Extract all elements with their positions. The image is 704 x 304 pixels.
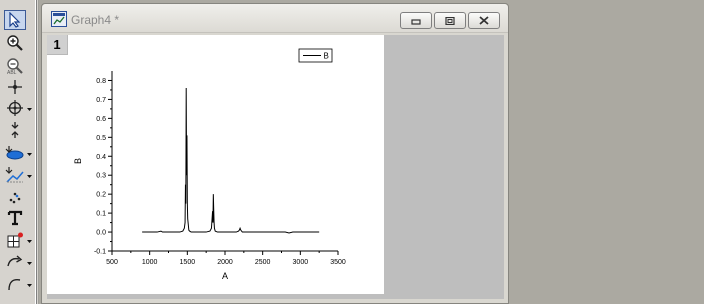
- minimize-button[interactable]: [400, 12, 432, 29]
- graph-content-area: 1 500 1000 1500 2000 2500 3000 3500 -0.1 0.0 0.1 0…: [47, 35, 504, 299]
- chevron-down-icon: [26, 253, 32, 271]
- selector-icon: [7, 121, 23, 139]
- x-tick-label: 500: [106, 259, 118, 266]
- arrow-dropdown-arrow[interactable]: [26, 252, 32, 272]
- data-reader-dropdown-arrow[interactable]: [26, 98, 32, 118]
- draw-data-dropdown-arrow[interactable]: [26, 143, 32, 163]
- y-tick-label: 0.1: [96, 211, 106, 218]
- x-axis-label: A: [222, 271, 228, 281]
- curved-arrow-tool-button[interactable]: [4, 274, 26, 294]
- chevron-down-icon: [26, 144, 32, 162]
- mask-points-tool-button[interactable]: [4, 165, 26, 185]
- minimize-icon: [411, 12, 421, 30]
- target-icon: [6, 99, 24, 117]
- data-selector-tool-button[interactable]: [4, 120, 26, 140]
- draw-data-tool-button[interactable]: [4, 143, 26, 163]
- window-title: Graph4 *: [71, 13, 120, 27]
- curve-dropdown-arrow[interactable]: [26, 274, 32, 294]
- x-tick-label: 3500: [330, 259, 346, 266]
- y-tick-label: 0.7: [96, 97, 106, 104]
- mask-icon: [5, 166, 25, 184]
- x-tick-label: 2500: [255, 259, 271, 266]
- x-tick-label: 3000: [293, 259, 309, 266]
- chevron-down-icon: [26, 166, 32, 184]
- text-tool-button[interactable]: [4, 208, 26, 228]
- maximize-icon: [445, 12, 455, 30]
- mask-dropdown-arrow[interactable]: [26, 165, 32, 185]
- x-tick-label: 2000: [217, 259, 233, 266]
- close-button[interactable]: [468, 12, 500, 29]
- x-tick-label: 1000: [142, 259, 158, 266]
- chart-legend: B: [298, 48, 333, 63]
- chevron-down-icon: [26, 275, 32, 293]
- maximize-button[interactable]: [434, 12, 466, 29]
- screen-reader-tool-button[interactable]: [4, 77, 26, 97]
- y-tick-label: 0.0: [96, 230, 106, 237]
- graph-window-icon[interactable]: [51, 11, 67, 27]
- zoom-in-tool-button[interactable]: [4, 33, 26, 53]
- svg-text:ABL: ABL: [7, 70, 17, 75]
- draw-data-icon: [5, 144, 25, 162]
- data-reader-tool-button[interactable]: [4, 98, 26, 118]
- zoom-out-icon: ABL: [6, 57, 24, 75]
- text-icon: [7, 210, 23, 226]
- series-line-B: [142, 88, 320, 234]
- y-tick-label: 0.5: [96, 135, 106, 142]
- y-tick-label: 0.2: [96, 192, 106, 199]
- tools-toolbar: ABL: [0, 0, 39, 304]
- chevron-down-icon: [26, 231, 32, 249]
- table-icon: [6, 231, 24, 249]
- pointer-arrow-icon: [8, 12, 22, 28]
- graph-window: Graph4 * 1 500 1000 1500 2000 2500 3000 3500 -0…: [41, 3, 509, 304]
- line-chart: 500 1000 1500 2000 2500 3000 3500 -0.1 0.0 0.1 0.2…: [73, 48, 346, 281]
- window-titlebar[interactable]: Graph4 *: [42, 4, 508, 33]
- arc-icon: [6, 276, 24, 292]
- y-tick-label: 0.4: [96, 154, 106, 161]
- chevron-down-icon: [26, 99, 32, 117]
- crosshair-icon: [7, 79, 23, 95]
- legend-label: B: [324, 52, 329, 61]
- curved-arrow-icon: [6, 254, 24, 270]
- table-dropdown-arrow[interactable]: [26, 230, 32, 250]
- y-tick-label: 0.6: [96, 116, 106, 123]
- graph-page[interactable]: 1 500 1000 1500 2000 2500 3000 3500 -0.1 0.0 0.1 0…: [47, 35, 384, 294]
- y-tick-label: 0.8: [96, 78, 106, 85]
- remove-bad-data-tool-button[interactable]: [4, 187, 26, 207]
- y-tick-label: -0.1: [94, 249, 106, 256]
- zoom-out-tool-button[interactable]: ABL: [4, 56, 26, 76]
- x-tick-label: 1500: [180, 259, 196, 266]
- close-icon: [478, 12, 490, 30]
- y-tick-label: 0.3: [96, 173, 106, 180]
- arrow-tool-button[interactable]: [4, 252, 26, 272]
- scatter-dots-icon: [7, 189, 23, 205]
- pointer-tool-button[interactable]: [4, 10, 26, 30]
- y-axis-label: B: [73, 158, 83, 164]
- add-table-tool-button[interactable]: [4, 230, 26, 250]
- zoom-in-icon: [6, 34, 24, 52]
